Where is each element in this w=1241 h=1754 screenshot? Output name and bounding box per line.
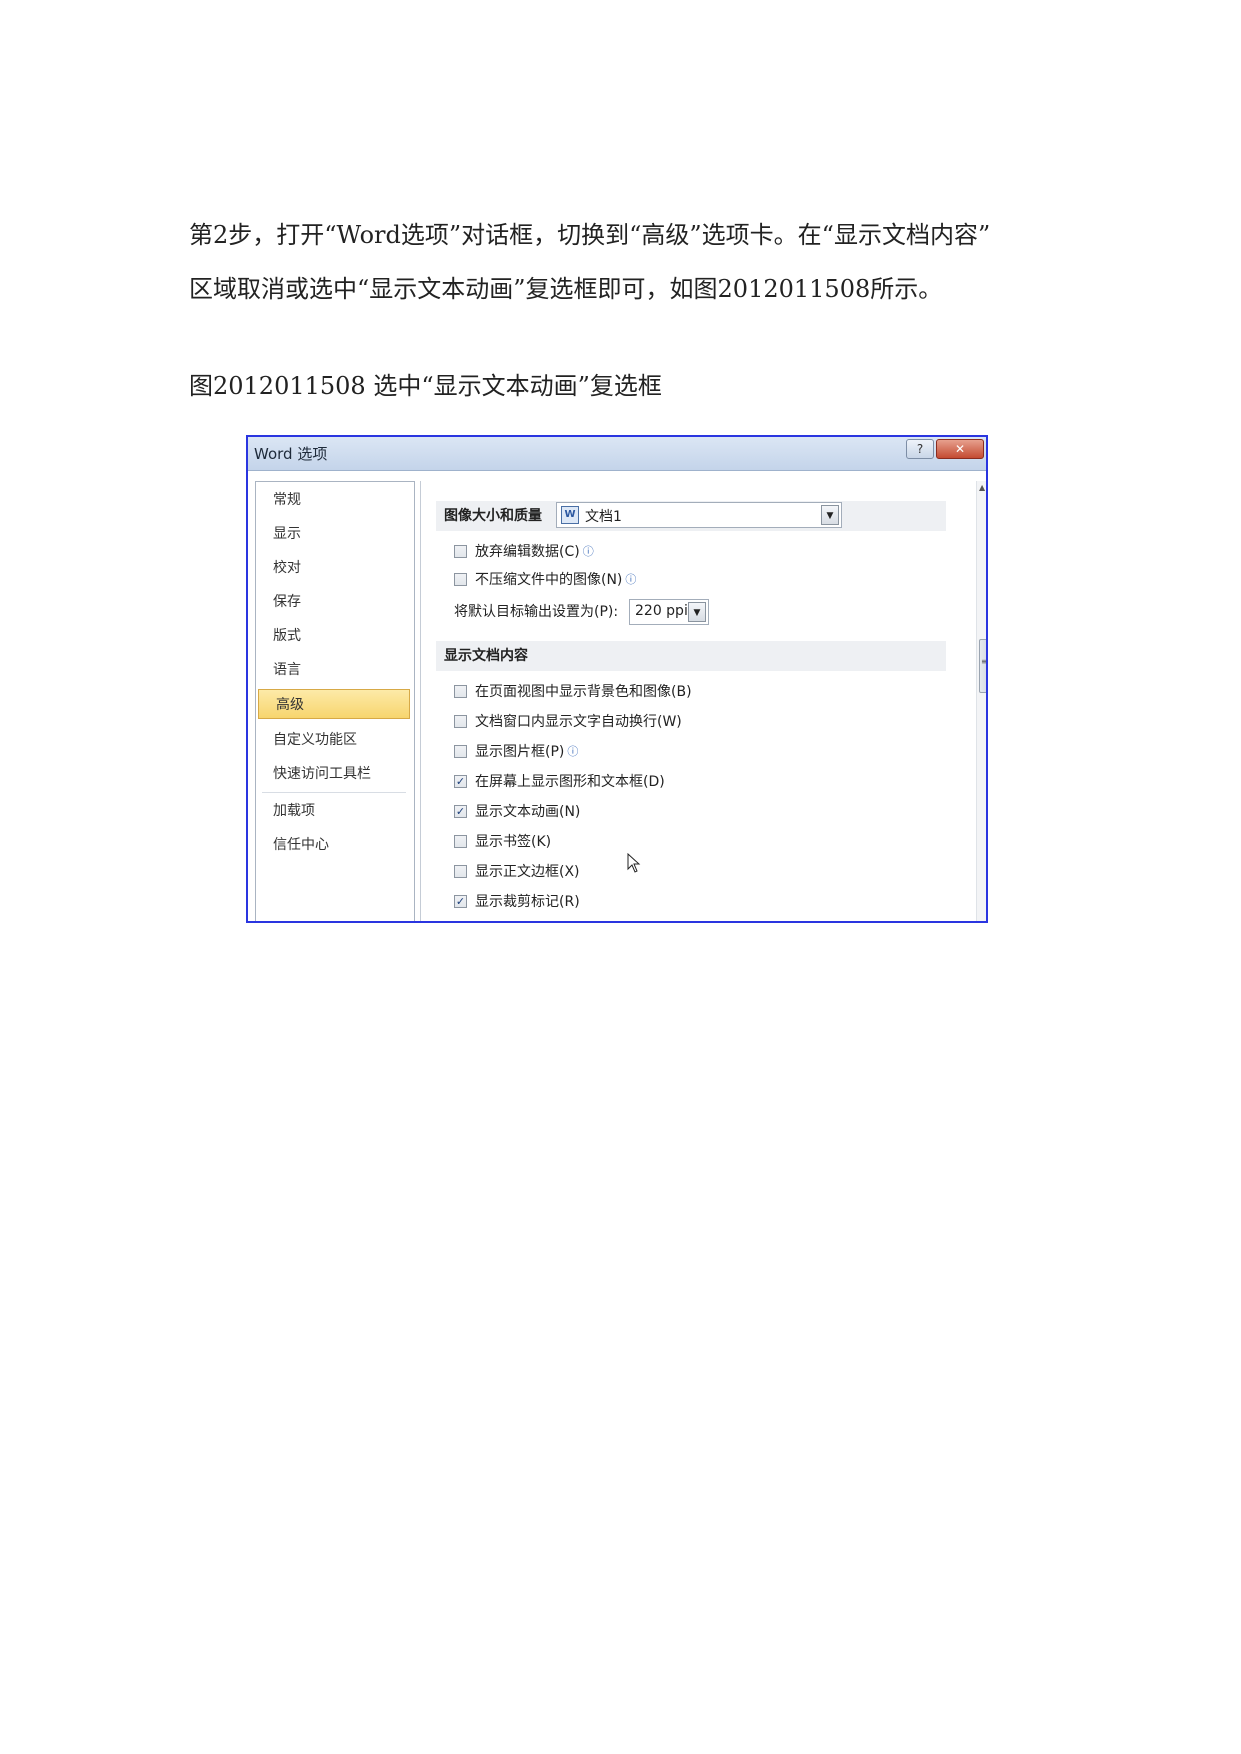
nav-item-typography[interactable]: 版式 <box>256 621 412 651</box>
option-label: 显示图片框(P) <box>475 744 565 760</box>
chevron-down-icon[interactable]: ▼ <box>688 602 706 622</box>
option-label: 不压缩文件中的图像(N) <box>475 572 623 588</box>
nav-divider <box>262 792 406 793</box>
section-heading: 图像大小和质量 <box>444 508 542 524</box>
instruction-line-1: 第2步，打开“Word选项”对话框，切换到“高级”选项卡。在“显示文档内容” <box>189 221 991 249</box>
figure-caption: 图2012011508 选中“显示文本动画”复选框 <box>189 372 662 400</box>
nav-item-addins[interactable]: 加载项 <box>256 796 412 826</box>
checkbox[interactable] <box>454 685 467 698</box>
info-icon: ⓘ <box>567 745 579 758</box>
word-options-dialog-screenshot: Word 选项 ? ✕ 常规 显示 校对 保存 版式 语言 高级 自定义功能区 … <box>246 435 988 923</box>
checkbox[interactable] <box>454 745 467 758</box>
document-select[interactable]: W 文档1 ▼ <box>556 502 842 528</box>
nav-item-proofing[interactable]: 校对 <box>256 553 412 583</box>
dialog-title: Word 选项 <box>254 445 328 463</box>
ppi-value: 220 ppi <box>635 603 688 619</box>
nav-item-display[interactable]: 显示 <box>256 519 412 549</box>
word-document-icon: W <box>561 506 579 524</box>
section-heading: 显示文档内容 <box>444 648 528 664</box>
nav-item-quick-access-toolbar[interactable]: 快速访问工具栏 <box>256 759 412 789</box>
default-ppi-select[interactable]: 220 ppi ▼ <box>629 599 709 625</box>
checkbox-checked[interactable]: ✓ <box>454 805 467 818</box>
help-button[interactable]: ? <box>906 439 934 459</box>
option-label: 放弃编辑数据(C) <box>475 544 580 560</box>
nav-item-general[interactable]: 常规 <box>256 485 412 515</box>
checkbox[interactable] <box>454 865 467 878</box>
mouse-pointer-icon <box>627 853 641 873</box>
option-label: 文档窗口内显示文字自动换行(W) <box>475 714 682 730</box>
chevron-down-icon[interactable]: ▼ <box>821 505 839 525</box>
option-label: 显示裁剪标记(R) <box>475 894 580 910</box>
instruction-line-2: 区域取消或选中“显示文本动画”复选框即可，如图2012011508所示。 <box>189 275 943 303</box>
option-label: 在屏幕上显示图形和文本框(D) <box>475 774 665 790</box>
options-nav: 常规 显示 校对 保存 版式 语言 高级 自定义功能区 快速访问工具栏 加载项 … <box>255 481 415 921</box>
nav-item-advanced[interactable]: 高级 <box>258 689 410 719</box>
checkbox[interactable] <box>454 573 467 586</box>
info-icon: ⓘ <box>625 573 637 586</box>
scroll-up-icon[interactable]: ▲ <box>979 483 985 492</box>
nav-item-language[interactable]: 语言 <box>256 655 412 685</box>
advanced-options-panel: 图像大小和质量 W 文档1 ▼ 放弃编辑数据(C) ⓘ 不压缩文件中的图像(N) ⓘ… <box>420 481 988 921</box>
close-button[interactable]: ✕ <box>936 439 984 459</box>
option-label: 显示正文边框(X) <box>475 864 580 880</box>
checkbox-checked[interactable]: ✓ <box>454 895 467 908</box>
grip-icon: ≡ <box>981 657 988 666</box>
document-select-value: 文档1 <box>585 509 622 525</box>
dialog-titlebar: Word 选项 ? ✕ <box>248 437 986 471</box>
section-show-document-content: 显示文档内容 <box>436 641 946 671</box>
scroll-thumb[interactable]: ≡ <box>979 639 988 693</box>
nav-item-customize-ribbon[interactable]: 自定义功能区 <box>256 725 412 755</box>
option-label: 显示文本动画(N) <box>475 804 581 820</box>
checkbox[interactable] <box>454 715 467 728</box>
checkbox[interactable] <box>454 545 467 558</box>
nav-item-save[interactable]: 保存 <box>256 587 412 617</box>
default-output-label: 将默认目标输出设置为(P): <box>454 604 619 620</box>
checkbox-checked[interactable]: ✓ <box>454 775 467 788</box>
nav-item-trust-center[interactable]: 信任中心 <box>256 830 412 860</box>
option-label: 在页面视图中显示背景色和图像(B) <box>475 684 692 700</box>
info-icon: ⓘ <box>582 545 594 558</box>
checkbox[interactable] <box>454 835 467 848</box>
vertical-scrollbar[interactable]: ▲ ≡ <box>976 481 988 921</box>
option-label: 显示书签(K) <box>475 834 552 850</box>
